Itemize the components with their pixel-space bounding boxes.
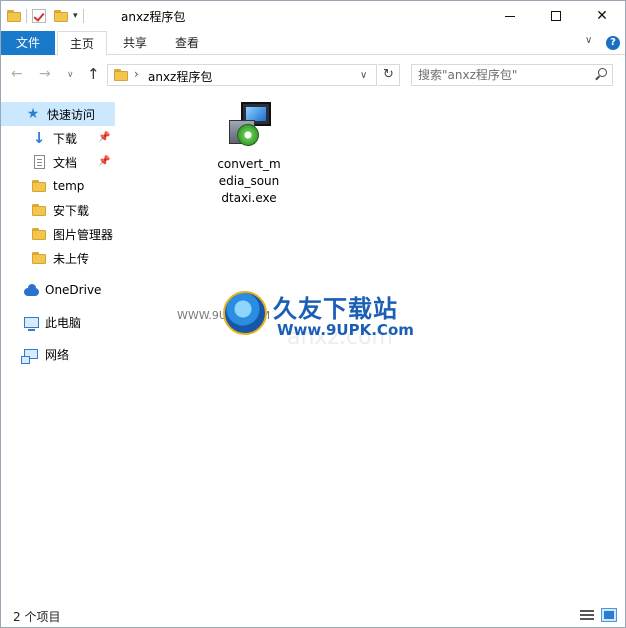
ribbon: 文件 主页 共享 查看 ∨ ? (1, 31, 625, 56)
search-input[interactable] (418, 67, 588, 83)
sidebar-item-label: temp (53, 179, 85, 193)
installer-icon (223, 100, 275, 152)
sidebar-item-label: 未上传 (53, 251, 90, 266)
refresh-button[interactable]: ↻ (378, 64, 400, 86)
folder-icon (114, 69, 128, 81)
watermark-logo-icon (223, 291, 267, 335)
document-icon (31, 154, 47, 170)
recent-locations-button[interactable]: ∨ (67, 70, 74, 80)
address-path[interactable]: anxz程序包 (148, 68, 212, 85)
cloud-icon (23, 282, 39, 298)
sidebar-item-quick-access[interactable]: ★ 快速访问 (1, 102, 115, 126)
maximize-icon (551, 11, 561, 21)
tab-home[interactable]: 主页 (57, 31, 107, 56)
sidebar-item-documents[interactable]: 文档 📌 (1, 150, 115, 174)
search-icon[interactable] (594, 68, 608, 82)
toolbar-divider (82, 9, 84, 23)
properties-icon[interactable] (32, 9, 46, 23)
sidebar-item-onedrive[interactable]: OneDrive (1, 278, 115, 302)
status-bar: 2 个项目 (1, 603, 625, 627)
file-name: convert_media_soundtaxi.exe (217, 157, 281, 205)
tab-share[interactable]: 共享 (111, 31, 159, 55)
item-count: 2 个项目 (13, 610, 61, 624)
tab-view[interactable]: 查看 (163, 31, 211, 55)
tab-file[interactable]: 文件 (1, 31, 55, 55)
pin-icon[interactable]: 📌 (98, 132, 110, 143)
sidebar-item-label: 此电脑 (45, 315, 82, 330)
sidebar-item-not-uploaded[interactable]: 未上传 (1, 246, 115, 270)
address-bar[interactable]: › anxz程序包 ∨ (107, 64, 377, 86)
help-icon[interactable]: ? (606, 36, 620, 50)
folder-icon (31, 178, 47, 194)
window-title: anxz程序包 (121, 10, 186, 24)
sidebar-item-label: 网络 (45, 347, 70, 362)
file-item[interactable]: convert_media_soundtaxi.exe (215, 100, 283, 207)
network-icon (21, 346, 39, 364)
forward-button[interactable]: → (39, 66, 51, 82)
sidebar-item-label: 下载 (53, 131, 78, 146)
customize-toolbar-dropdown[interactable]: ▾ (73, 11, 78, 21)
sidebar-item-downloads[interactable]: ↓ 下载 📌 (1, 126, 115, 150)
watermark-brand: 久友下载站 (273, 295, 398, 323)
quick-access-toolbar: ▾ (7, 6, 89, 26)
folder-icon[interactable] (7, 10, 21, 22)
folder-icon (31, 226, 47, 242)
title-bar: ▾ anxz程序包 ✕ (1, 1, 625, 31)
folder-icon (31, 250, 47, 266)
minimize-icon (505, 15, 515, 17)
toolbar-divider (26, 9, 27, 23)
navigation-pane: ★ 快速访问 ↓ 下载 📌 文档 📌 temp 安下载 图片管理器 未上传 On… (1, 96, 115, 602)
large-icons-view-icon[interactable] (601, 608, 617, 622)
computer-icon (23, 314, 39, 331)
expand-ribbon-icon[interactable]: ∨ (585, 35, 592, 46)
close-button[interactable]: ✕ (579, 1, 625, 31)
folder-icon (31, 202, 47, 218)
sidebar-item-temp[interactable]: temp (1, 174, 115, 198)
sidebar-item-label: 文档 (53, 155, 78, 170)
download-icon: ↓ (32, 129, 46, 147)
sidebar-item-picture-manager[interactable]: 图片管理器 (1, 222, 115, 246)
new-folder-icon[interactable] (54, 10, 68, 22)
sidebar-item-this-pc[interactable]: 此电脑 (1, 310, 115, 334)
sidebar-item-label: OneDrive (45, 283, 102, 297)
sidebar-item-label: 图片管理器 (53, 227, 114, 242)
maximize-button[interactable] (533, 1, 579, 31)
back-button[interactable]: ← (11, 66, 23, 82)
search-box[interactable] (411, 64, 613, 86)
up-button[interactable]: ↑ (87, 65, 100, 83)
chevron-right-icon[interactable]: › (134, 67, 139, 81)
address-dropdown-icon[interactable]: ∨ (360, 70, 367, 81)
navigation-bar: ← → ∨ ↑ › anxz程序包 ∨ ↻ (1, 56, 625, 94)
pin-icon[interactable]: 📌 (98, 156, 110, 167)
sidebar-item-network[interactable]: 网络 (1, 342, 115, 366)
explorer-window: ▾ anxz程序包 ✕ 文件 主页 共享 查看 ∨ ? ← → ∨ ↑ › an… (0, 0, 626, 628)
sidebar-item-label: 快速访问 (47, 107, 96, 122)
watermark-url: Www.9UPK.Com (277, 321, 414, 339)
details-view-icon[interactable] (579, 608, 595, 622)
minimize-button[interactable] (487, 1, 533, 31)
sidebar-item-label: 安下载 (53, 203, 90, 218)
sidebar-item-anxiazai[interactable]: 安下载 (1, 198, 115, 222)
star-icon: ★ (26, 106, 40, 122)
watermark: anxz.com WWW.9UPK.COM 久友下载站 Www.9UPK.Com (177, 269, 427, 361)
